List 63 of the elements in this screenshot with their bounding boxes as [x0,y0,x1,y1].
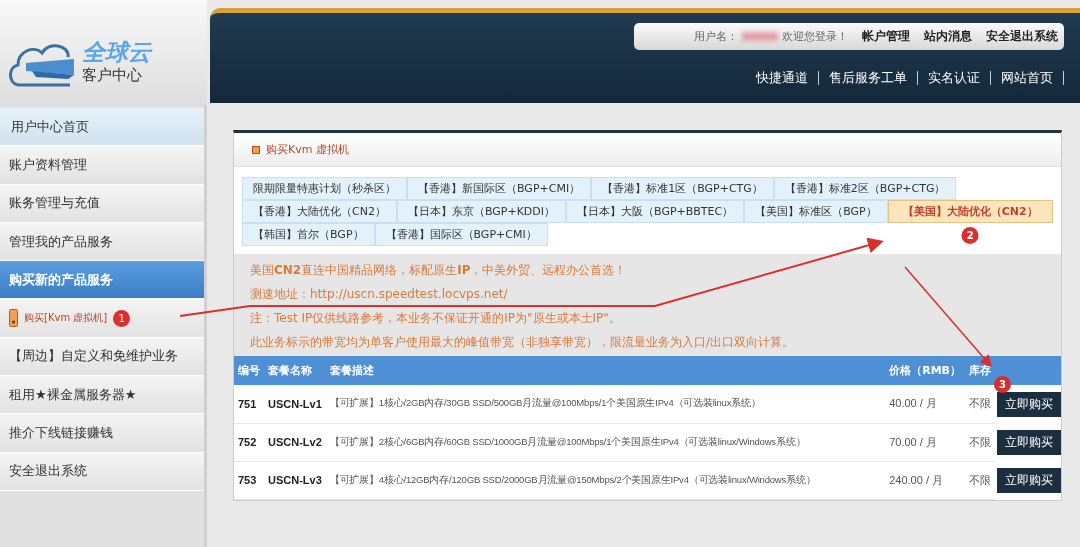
table-cell: 不限 [965,385,995,423]
welcome-text: 欢迎您登录！ [782,29,848,44]
region-tab[interactable]: 【日本】东京（BGP+KDDI） [396,200,567,223]
sidebar-item[interactable]: 推介下线链接赚钱 [0,414,204,453]
table-cell: USCN-Lv1 [264,385,326,423]
blurred-username [742,32,778,41]
sidebar-item[interactable]: 购买[Kvm 虚拟机] 1 [0,299,204,338]
nav-link[interactable]: 实名认证 [918,71,991,85]
table-cell: 753 [234,461,264,499]
notice-text: 此业务标示的带宽均为单客户使用最大的峰值带宽（非独享带宽），限流量业务为入口/出口双向计算。 [250,334,796,351]
account-link[interactable]: 站内消息 [924,29,972,44]
notice-text: 美国CN2直连中国精品网络，标配原生IP，中美外贸、远程办公首选！ [250,262,628,279]
speedtest-label: 测速地址： [250,286,310,303]
region-tab[interactable]: 限期限量特惠计划（秒杀区） [242,177,407,200]
annotation-badge: 2 [961,227,979,244]
table-cell: 752 [234,423,264,461]
account-link[interactable]: 安全退出系统 [986,29,1058,44]
nav-link[interactable]: 快捷通道 [746,71,819,85]
region-tab[interactable]: 【香港】标准2区（BGP+CTG） [773,177,957,200]
sidebar-item[interactable]: 租用★裸金属服务器★ [0,376,204,415]
nav-link[interactable]: 网站首页 [991,71,1064,85]
table-cell: 不限 [965,461,995,499]
region-tab[interactable]: 【日本】大阪（BGP+BBTEC） [566,200,745,223]
region-tab[interactable]: 【韩国】首尔（BGP） [242,223,375,246]
column-header: 价格（RMB） [885,356,965,385]
logo-title: 全球云 [82,40,151,66]
sidebar-item[interactable]: 管理我的产品服务 [0,222,204,262]
annotation-badge: 1 [113,309,131,327]
table-cell: USCN-Lv3 [264,461,326,499]
buy-button[interactable]: 立即购买 [997,391,1061,417]
table-cell: 【可扩展】4核心/12GB内存/120GB SSD/2000GB月流量@150Mbps/2个美国原生IPv4（可选装linux/Windows系统） [325,461,886,499]
buy-button[interactable]: 立即购买 [997,467,1061,493]
sidebar-item[interactable]: 安全退出系统 [0,452,204,491]
table-cell: 不限 [965,423,995,461]
table-cell: 【可扩展】2核心/6GB内存/60GB SSD/1000GB月流量@100Mbps/1个美国原生IPv4（可选装linux/Windows系统） [325,423,886,461]
server-icon [9,309,18,328]
table-cell: 240.00 / 月 [885,461,965,499]
region-tab[interactable]: 【美国】标准区（BGP） [744,200,888,223]
username-label: 用户名： [694,29,738,44]
region-tab[interactable]: 【香港】国际区（BGP+CMI） [374,223,548,246]
table-cell: 751 [234,385,264,423]
table-cell: 70.00 / 月 [885,423,965,461]
region-tab[interactable]: 【香港】大陆优化（CN2） [242,200,397,223]
sidebar-item[interactable]: 账务管理与充值 [0,184,204,223]
panel-title: 购买Kvm 虚拟机 [266,142,349,157]
notice-text: 注：Test IP仅供线路参考，本业务不保证开通的IP为"原生或本土IP"。 [250,310,622,327]
region-tab[interactable]: 【香港】新国际区（BGP+CMI） [407,177,592,200]
column-header: 套餐名称 [264,356,326,385]
column-header: 套餐描述 [325,356,886,385]
account-link[interactable]: 帐户管理 [862,29,910,44]
nav-link[interactable]: 售后服务工单 [819,71,918,85]
sidebar-item[interactable]: 账户资料管理 [0,146,204,185]
sidebar-item[interactable]: 用户中心首页 [0,108,204,147]
region-tab[interactable]: 【香港】标准1区（BGP+CTG） [591,177,774,200]
sidebar-item[interactable]: 【周边】自定义和免维护业务 [0,337,204,377]
logo-subtitle: 客户中心 [82,65,143,85]
annotation-badge: 3 [994,376,1011,393]
table-cell: USCN-Lv2 [264,423,326,461]
table-cell: 40.00 / 月 [885,385,965,423]
column-header: 编号 [234,356,264,385]
buy-button[interactable]: 立即购买 [997,429,1061,455]
square-icon [252,145,260,154]
table-cell: 【可扩展】1核心/2GB内存/30GB SSD/500GB月流量@100Mbps/1个美国原生IPv4（可选装linux系统） [325,385,886,423]
